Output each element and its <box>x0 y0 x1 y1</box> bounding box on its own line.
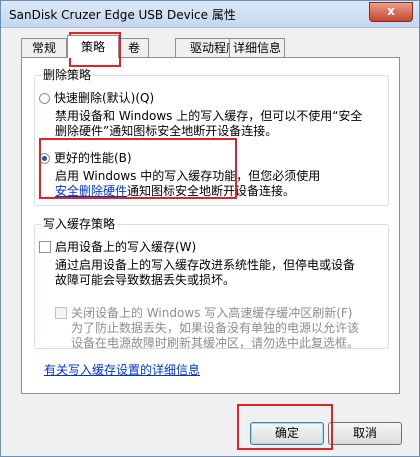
radio-unselected-icon <box>39 93 50 104</box>
radio-selected-icon <box>39 153 50 164</box>
safely-remove-hardware-link[interactable]: 安全删除硬件 <box>55 184 127 198</box>
disable-buffer-flush-label: 关闭设备上的 Windows 写入高速缓存缓冲区刷新(F) <box>71 306 353 320</box>
disable-buffer-flush-desc-line2: 设备在电源故障时刷新其缓冲区，请勿选中此复选框。 <box>71 336 360 350</box>
better-performance-desc-rest: 通知图标安全地断开设备连接。 <box>127 184 296 198</box>
enable-write-cache-label: 启用设备上的写入缓存(W) <box>55 240 197 254</box>
better-performance-label: 更好的性能(B) <box>54 151 132 165</box>
better-performance-description: 启用 Windows 中的写入缓存功能，但您必须使用 安全删除硬件通知图标安全地… <box>55 169 320 199</box>
checkbox-disabled-icon <box>55 307 67 319</box>
better-performance-radio[interactable]: 更好的性能(B) <box>39 149 132 166</box>
ok-button[interactable]: 确定 <box>250 422 324 445</box>
policies-panel: 删除策略 快速删除(默认)(Q) 禁用设备和 Windows 上的写入缓存，但可… <box>21 57 400 394</box>
enable-write-cache-desc-line2: 故障可能会导致数据丢失或损坏。 <box>55 273 236 287</box>
disable-buffer-flush-checkbox[interactable]: 关闭设备上的 Windows 写入高速缓存缓冲区刷新(F) <box>55 304 352 321</box>
quick-removal-radio[interactable]: 快速删除(默认)(Q) <box>39 89 154 106</box>
tab-details[interactable]: 详细信息 <box>229 38 285 57</box>
close-icon: x <box>387 4 395 18</box>
better-performance-desc-line2: 安全删除硬件通知图标安全地断开设备连接。 <box>55 184 320 199</box>
enable-write-cache-desc-line1: 通过启用设备上的写入缓存改进系统性能，但停电或设备 <box>55 258 356 272</box>
enable-write-cache-description: 通过启用设备上的写入缓存改进系统性能，但停电或设备 故障可能会导致数据丢失或损坏… <box>55 258 355 288</box>
cancel-button[interactable]: 取消 <box>328 422 402 445</box>
write-cache-details-link[interactable]: 有关写入缓存设置的详细信息 <box>44 361 200 378</box>
close-button[interactable]: x <box>369 2 413 22</box>
quick-removal-desc-line1: 禁用设备和 Windows 上的写入缓存，但可以不使用“安全 <box>55 109 363 123</box>
window-title: SanDisk Cruzer Edge USB Device 属性 <box>9 8 236 22</box>
properties-dialog: SanDisk Cruzer Edge USB Device 属性 x 常规 策… <box>0 0 420 457</box>
write-cache-policy-group: 写入缓存策略 启用设备上的写入缓存(W) 通过启用设备上的写入缓存改进系统性能，… <box>34 217 389 351</box>
quick-removal-label: 快速删除(默认)(Q) <box>54 91 155 105</box>
disable-buffer-flush-description: 为了防止数据丢失，如果设备没有单独的电源以允许该 设备在电源故障时刷新其缓冲区，… <box>71 321 359 351</box>
quick-removal-description: 禁用设备和 Windows 上的写入缓存，但可以不使用“安全 删除硬件”通知图标… <box>55 109 362 139</box>
disable-buffer-flush-desc-line1: 为了防止数据丢失，如果设备没有单独的电源以允许该 <box>71 321 360 335</box>
tab-policies[interactable]: 策略 <box>67 35 119 58</box>
better-performance-desc-line1: 启用 Windows 中的写入缓存功能，但您必须使用 <box>55 169 321 183</box>
title-bar[interactable]: SanDisk Cruzer Edge USB Device 属性 x <box>1 1 419 28</box>
removal-policy-title: 删除策略 <box>41 68 94 82</box>
tab-volumes[interactable]: 卷 <box>119 38 149 57</box>
enable-write-cache-checkbox[interactable]: 启用设备上的写入缓存(W) <box>39 238 196 255</box>
checkbox-unchecked-icon <box>39 241 51 253</box>
removal-policy-group: 删除策略 快速删除(默认)(Q) 禁用设备和 Windows 上的写入缓存，但可… <box>34 68 389 206</box>
quick-removal-desc-line2: 删除硬件”通知图标安全地断开设备连接。 <box>55 124 278 138</box>
write-cache-policy-title: 写入缓存策略 <box>41 217 118 231</box>
tab-general[interactable]: 常规 <box>21 38 67 57</box>
